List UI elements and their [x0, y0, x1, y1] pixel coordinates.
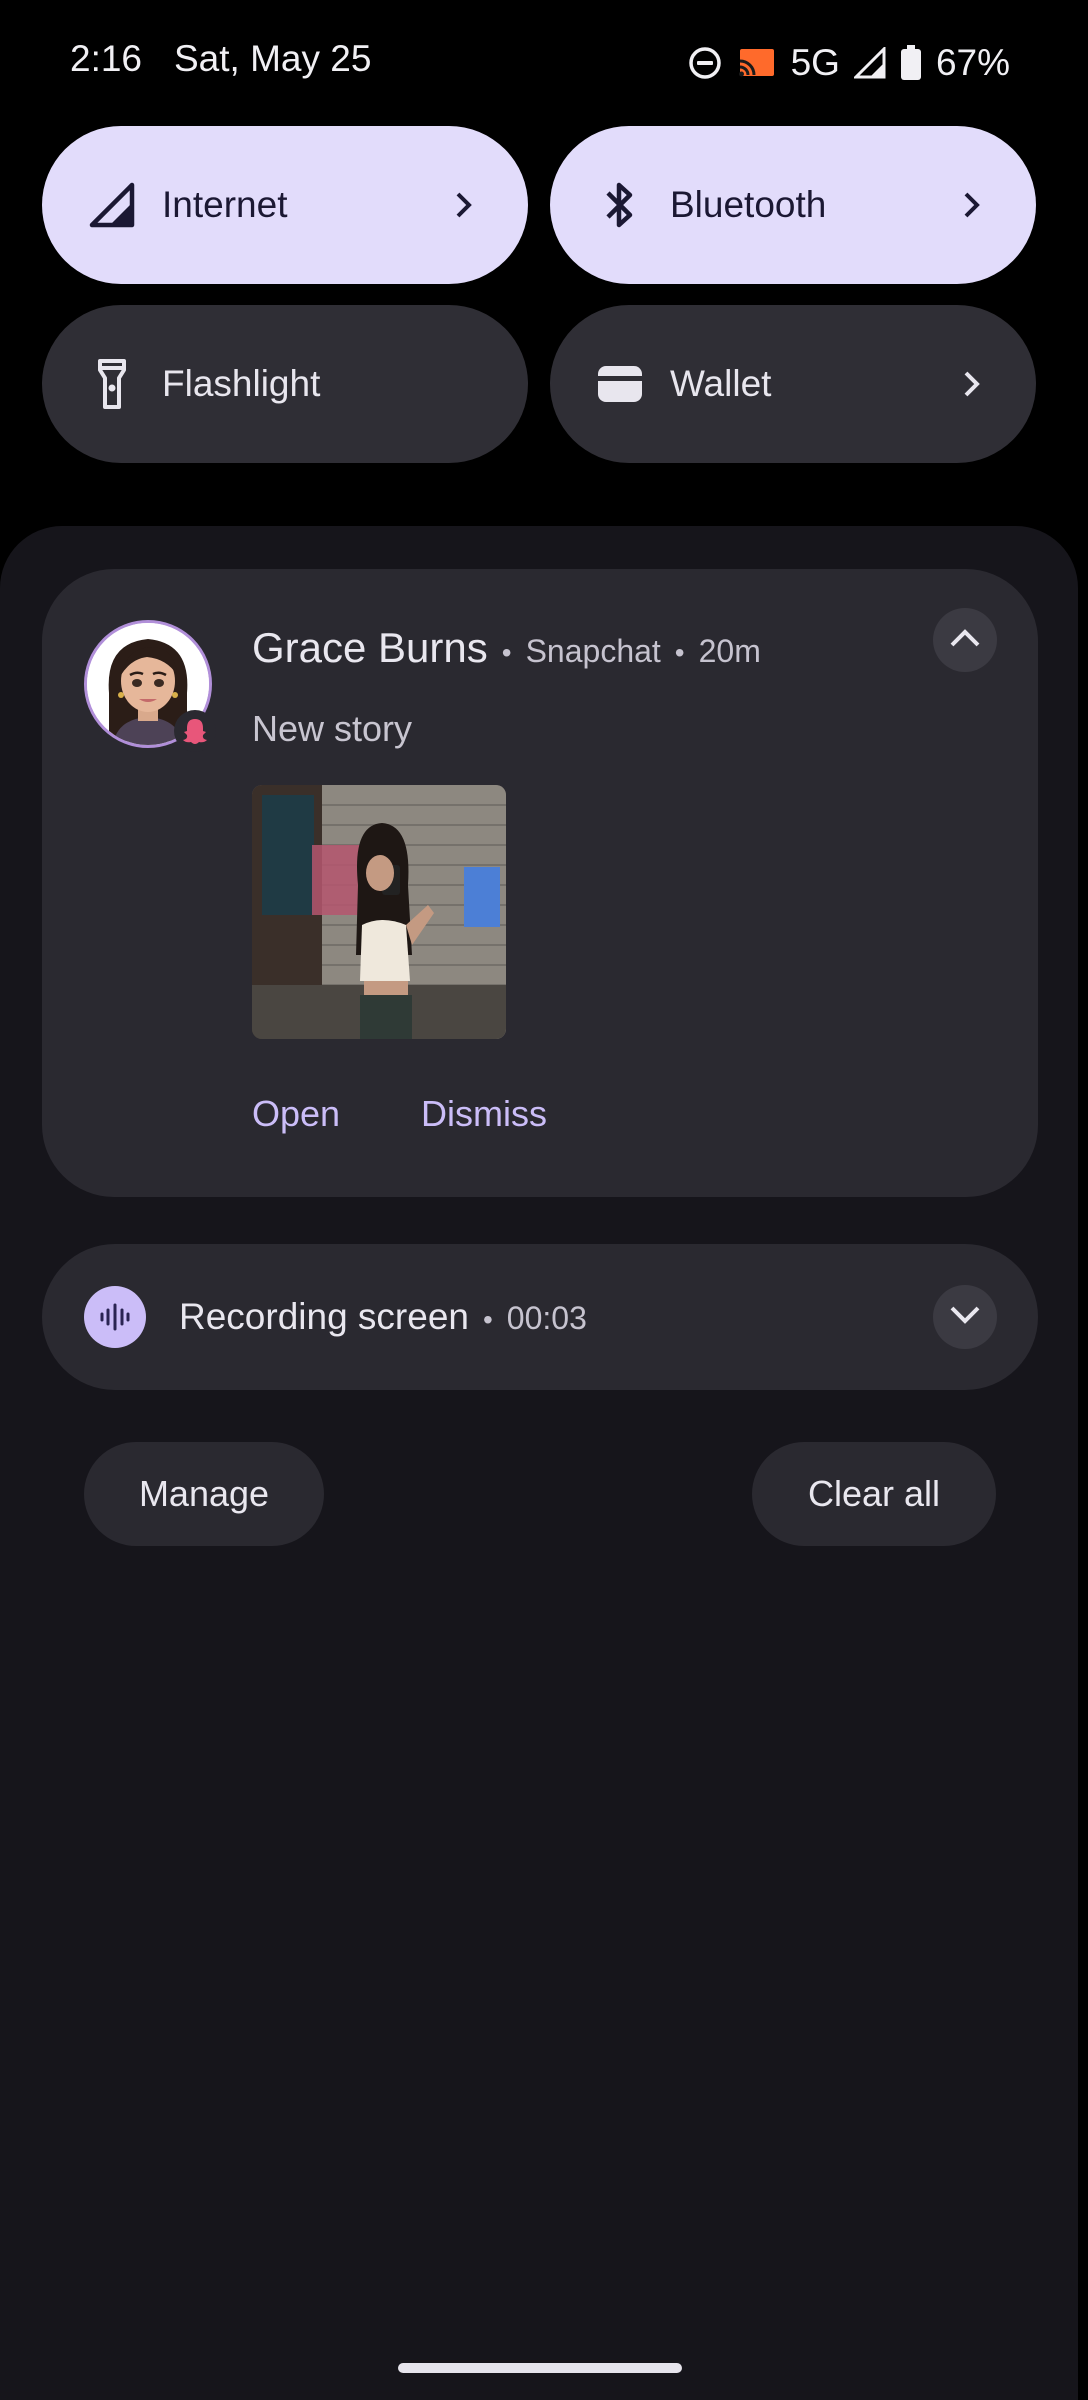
chevron-right-icon	[952, 364, 992, 404]
chevron-right-icon	[444, 185, 484, 225]
separator-dot: •	[501, 637, 512, 668]
signal-icon	[84, 177, 140, 233]
tile-bluetooth-label: Bluetooth	[670, 184, 827, 225]
battery-level: 67%	[935, 42, 1010, 83]
status-icons: 5G 67%	[687, 36, 1010, 90]
open-button[interactable]: Open	[252, 1093, 340, 1135]
wallet-icon	[592, 356, 648, 412]
tile-internet-label: Internet	[162, 184, 288, 225]
tile-bluetooth[interactable]: Bluetooth	[550, 126, 1036, 284]
recording-title: Recording screen	[179, 1296, 469, 1337]
manage-button[interactable]: Manage	[84, 1442, 324, 1546]
bluetooth-icon	[592, 177, 648, 233]
tile-flashlight-label: Flashlight	[162, 363, 321, 404]
cast-icon	[737, 46, 777, 80]
tile-flashlight[interactable]: Flashlight	[42, 305, 528, 463]
do-not-disturb-icon	[687, 45, 723, 81]
battery-icon	[900, 45, 922, 81]
chevron-right-icon	[952, 185, 992, 225]
story-thumbnail[interactable]	[252, 785, 506, 1039]
status-bar: 2:16 Sat, May 25 5G 67%	[0, 0, 1088, 124]
tile-wallet[interactable]: Wallet	[550, 305, 1036, 463]
clear-all-button[interactable]: Clear all	[752, 1442, 996, 1546]
recording-label: Recording screen • 00:03	[179, 1296, 587, 1338]
recording-elapsed: 00:03	[506, 1300, 587, 1336]
notification-sender: Grace Burns	[252, 624, 488, 671]
tile-internet[interactable]: Internet	[42, 126, 528, 284]
network-type: 5G	[790, 42, 840, 83]
avatar	[84, 620, 216, 752]
expand-button[interactable]	[933, 1285, 997, 1349]
collapse-button[interactable]	[933, 608, 997, 672]
status-date: Sat, May 25	[174, 38, 372, 79]
notification-time: 20m	[698, 633, 761, 669]
notification-app: Snapchat	[525, 633, 661, 669]
chevron-down-icon	[948, 1304, 982, 1331]
sound-wave-icon	[84, 1286, 146, 1348]
flashlight-icon	[84, 356, 140, 412]
separator-dot: •	[674, 637, 685, 668]
status-time: 2:16	[70, 38, 143, 79]
chevron-up-icon	[948, 627, 982, 654]
signal-icon	[853, 47, 886, 79]
dismiss-button[interactable]: Dismiss	[421, 1093, 547, 1135]
tile-wallet-label: Wallet	[670, 363, 772, 404]
notification-text: New story	[252, 708, 413, 749]
notification-header: Grace Burns • Snapchat • 20m	[252, 624, 761, 672]
home-indicator[interactable]	[398, 2363, 682, 2373]
snapchat-badge-icon	[174, 710, 216, 752]
separator-dot: •	[482, 1304, 493, 1335]
